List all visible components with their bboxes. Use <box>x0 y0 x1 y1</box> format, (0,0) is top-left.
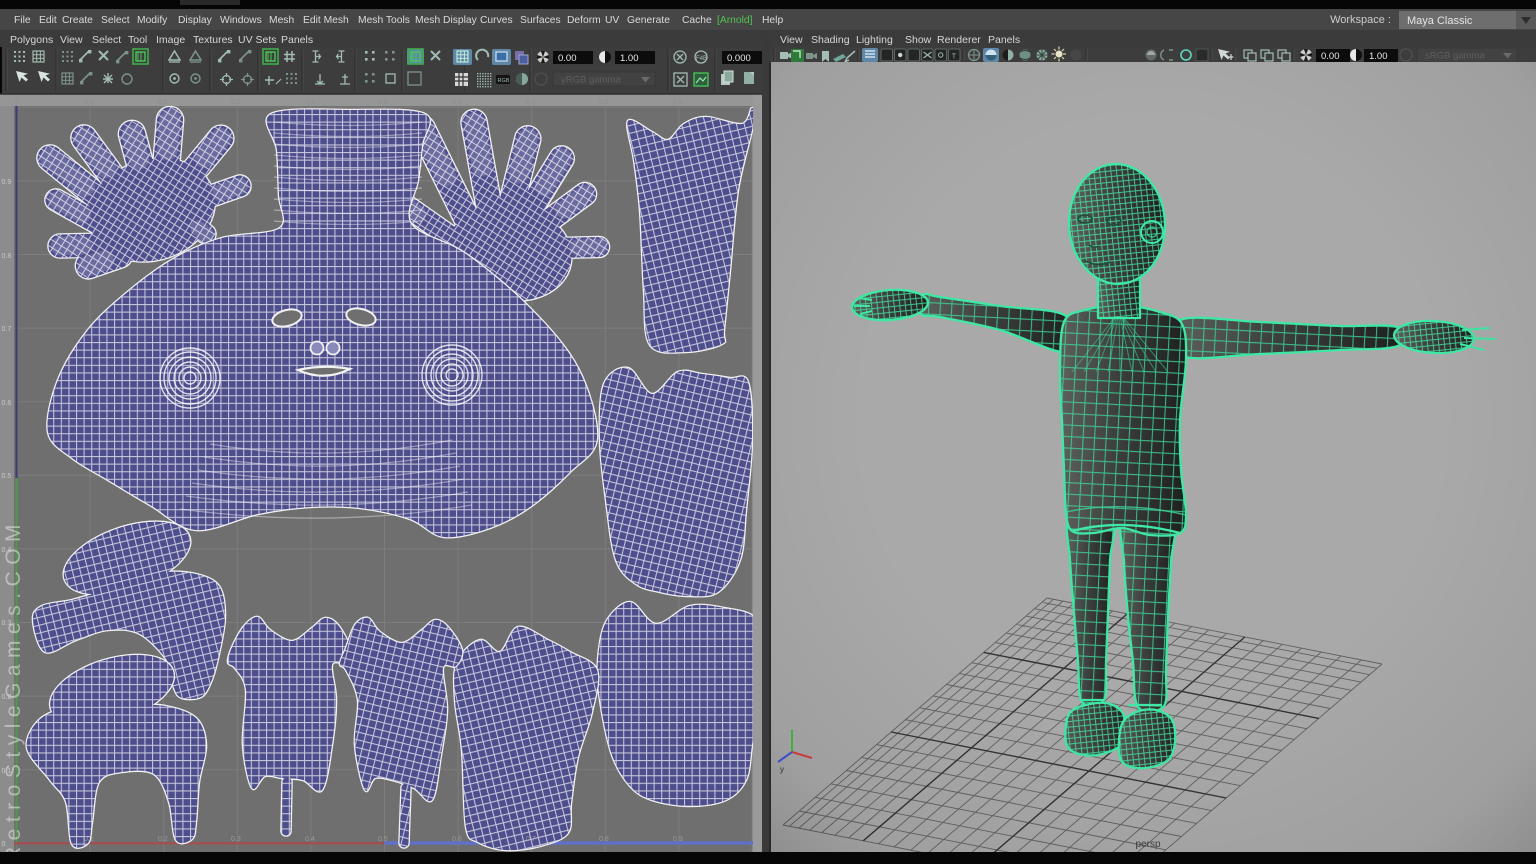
svg-text:Tool: Tool <box>128 34 147 46</box>
svg-text:Image: Image <box>156 34 185 46</box>
svg-text:Generate: Generate <box>627 15 670 26</box>
svg-text:Modify: Modify <box>137 15 168 26</box>
svg-text:Create: Create <box>62 15 93 26</box>
svg-text:Edit Mesh: Edit Mesh <box>303 15 349 26</box>
svg-text:Show: Show <box>905 34 932 46</box>
svg-text:0.9: 0.9 <box>673 836 683 843</box>
svg-text:0.7: 0.7 <box>526 836 536 843</box>
svg-text:RetroStyleGames.COM: RetroStyleGames.COM <box>2 518 25 862</box>
svg-text:File: File <box>14 15 31 26</box>
svg-text:Textures: Textures <box>193 34 233 46</box>
svg-text:0.2: 0.2 <box>158 99 168 106</box>
svg-text:UV Sets: UV Sets <box>238 34 277 46</box>
svg-text:Lighting: Lighting <box>856 34 893 46</box>
svg-text:0.6: 0.6 <box>2 400 12 407</box>
svg-text:1.00: 1.00 <box>1369 51 1388 62</box>
svg-text:Mesh: Mesh <box>269 15 294 26</box>
svg-text:0.4: 0.4 <box>305 836 315 843</box>
svg-text:0.5: 0.5 <box>378 99 388 106</box>
svg-text:Select: Select <box>101 15 130 26</box>
svg-text:0.7: 0.7 <box>526 99 536 106</box>
svg-text:0.3: 0.3 <box>231 836 241 843</box>
svg-text:Maya Classic: Maya Classic <box>1407 15 1473 27</box>
svg-text:UV: UV <box>605 15 619 26</box>
svg-text:0.000: 0.000 <box>727 53 751 64</box>
svg-text:Select: Select <box>92 34 121 46</box>
svg-text:0.6: 0.6 <box>452 836 462 843</box>
svg-text:Mesh Display: Mesh Display <box>415 15 478 26</box>
svg-text:0.1: 0.1 <box>84 99 94 106</box>
svg-text:y: y <box>780 765 784 774</box>
svg-text:0.8: 0.8 <box>599 99 609 106</box>
svg-text:0.1: 0.1 <box>84 836 94 843</box>
svg-text:Windows: Windows <box>220 15 262 26</box>
svg-text:T: T <box>952 54 957 61</box>
svg-text:0.5: 0.5 <box>378 836 388 843</box>
svg-text:0.7: 0.7 <box>2 326 12 333</box>
svg-text:yRGB gamma: yRGB gamma <box>561 75 621 86</box>
svg-text:RGB: RGB <box>498 78 510 84</box>
svg-text:0.9: 0.9 <box>2 179 12 186</box>
svg-text:0.6: 0.6 <box>452 99 462 106</box>
svg-text:1.00: 1.00 <box>620 53 639 64</box>
svg-text:sRGB gamma: sRGB gamma <box>1425 51 1485 62</box>
svg-text:Shading: Shading <box>811 34 850 46</box>
svg-text:0.00: 0.00 <box>558 53 577 64</box>
svg-text:Help: Help <box>762 15 783 26</box>
svg-text:Panels: Panels <box>988 34 1020 46</box>
svg-text:Renderer: Renderer <box>937 34 981 46</box>
svg-text:Curves: Curves <box>480 15 513 26</box>
svg-text:Mesh Tools: Mesh Tools <box>358 15 410 26</box>
svg-text:0.00: 0.00 <box>1321 51 1340 62</box>
svg-text:View: View <box>60 34 83 46</box>
svg-text:0.4: 0.4 <box>305 99 315 106</box>
svg-text:[Arnold]: [Arnold] <box>717 15 753 26</box>
svg-text:Polygons: Polygons <box>10 34 53 46</box>
svg-text:persp: persp <box>1135 839 1160 850</box>
svg-text:Workspace :: Workspace : <box>1330 14 1391 26</box>
svg-text:0.8: 0.8 <box>599 836 609 843</box>
svg-text:Cache: Cache <box>682 15 712 26</box>
svg-text:Edit: Edit <box>39 15 57 26</box>
svg-text:Display: Display <box>178 15 213 26</box>
svg-text:0.2: 0.2 <box>158 836 168 843</box>
svg-text:0.8: 0.8 <box>2 253 12 260</box>
svg-text:0.3: 0.3 <box>231 99 241 106</box>
svg-text:Deform: Deform <box>567 15 601 26</box>
svg-text:View: View <box>780 34 803 46</box>
svg-text:Panels: Panels <box>281 34 313 46</box>
svg-text:0.9: 0.9 <box>673 99 683 106</box>
svg-text:0.5: 0.5 <box>2 473 12 480</box>
svg-text:F4B: F4B <box>696 56 707 62</box>
svg-text:Surfaces: Surfaces <box>520 15 561 26</box>
